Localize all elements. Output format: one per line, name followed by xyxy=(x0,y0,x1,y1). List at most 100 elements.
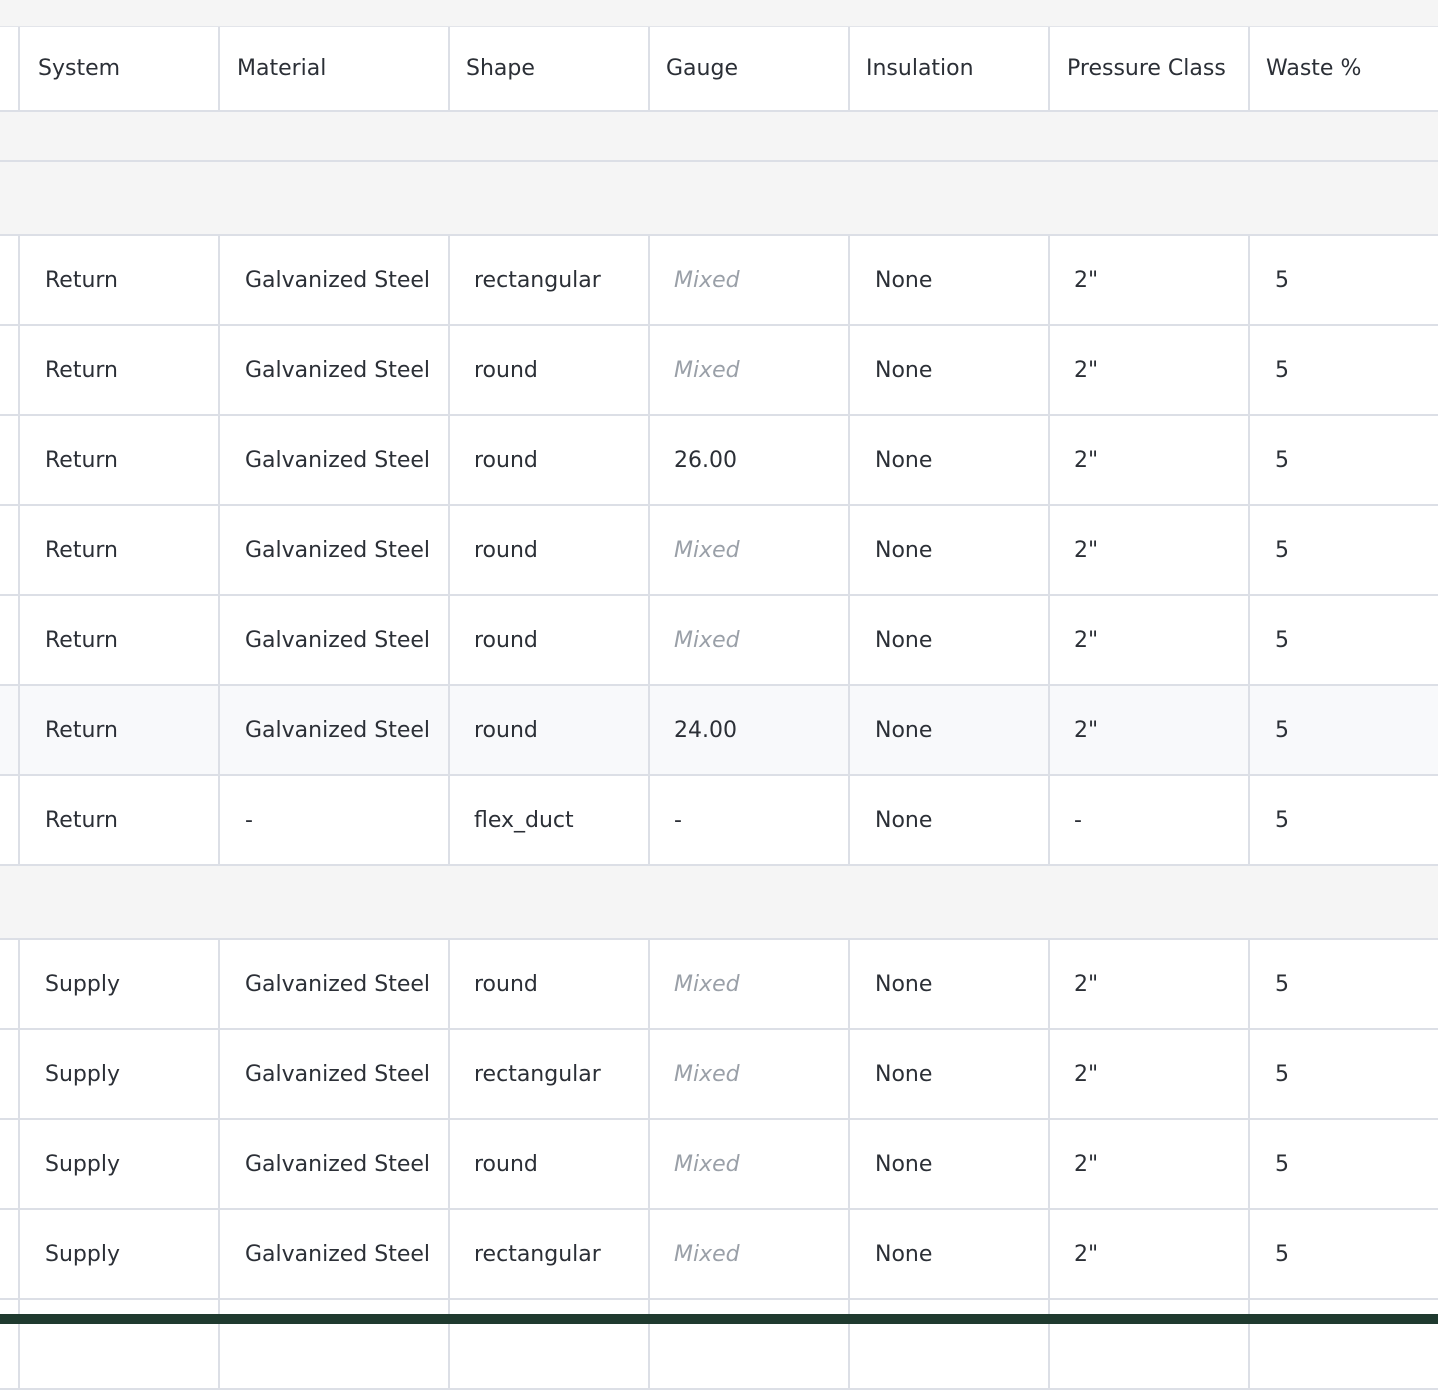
cell-pressure-class[interactable]: 2" xyxy=(1048,940,1249,1028)
cell-waste[interactable]: 5 xyxy=(1248,236,1438,324)
cell-insulation[interactable]: None xyxy=(848,1030,1049,1118)
top-toolbar-strip xyxy=(0,0,1438,27)
column-header-material[interactable]: Material xyxy=(218,27,449,110)
table-row[interactable]: Return - flex_duct - None - 5 xyxy=(0,776,1438,866)
cell-insulation[interactable]: None xyxy=(848,686,1049,774)
cell-system[interactable]: Return xyxy=(18,506,220,594)
column-header-gauge[interactable]: Gauge xyxy=(648,27,849,110)
cell-material[interactable]: Galvanized Steel xyxy=(218,506,449,594)
cell-pressure-class[interactable]: 2" xyxy=(1048,236,1249,324)
cell-material[interactable]: Galvanized Steel xyxy=(218,1030,449,1118)
cell-pressure-class[interactable]: 2" xyxy=(1048,596,1249,684)
cell-insulation[interactable]: None xyxy=(848,416,1049,504)
cell-material[interactable]: Galvanized Steel xyxy=(218,236,449,324)
cell-insulation[interactable]: None xyxy=(848,1210,1049,1298)
cell-material[interactable]: Galvanized Steel xyxy=(218,686,449,774)
cell-insulation[interactable]: None xyxy=(848,326,1049,414)
table-row[interactable]: Return Galvanized Steel round 24.00 None… xyxy=(0,686,1438,776)
cell-waste[interactable]: 5 xyxy=(1248,416,1438,504)
cell-waste[interactable]: 5 xyxy=(1248,506,1438,594)
cell-material[interactable]: - xyxy=(218,776,449,864)
cell-material[interactable]: Galvanized Steel xyxy=(218,1120,449,1208)
cell-system[interactable]: Return xyxy=(18,416,220,504)
cell-gauge[interactable]: Mixed xyxy=(648,596,849,684)
cell-gauge[interactable]: Mixed xyxy=(648,1120,849,1208)
table-header-row: System Material Shape Gauge Insulation P… xyxy=(0,27,1438,112)
cell-insulation[interactable]: None xyxy=(848,596,1049,684)
cell-system[interactable]: Supply xyxy=(18,940,220,1028)
table-row[interactable]: Supply Galvanized Steel round Mixed None… xyxy=(0,940,1438,1030)
cell-waste[interactable]: 5 xyxy=(1248,1120,1438,1208)
cell-system[interactable]: Return xyxy=(18,596,220,684)
cell-system[interactable]: Supply xyxy=(18,1030,220,1118)
table-row[interactable]: Supply Galvanized Steel round Mixed None… xyxy=(0,1120,1438,1210)
group-header-row-return[interactable] xyxy=(0,162,1438,236)
cell-pressure-class[interactable]: 2" xyxy=(1048,1120,1249,1208)
cell-pressure-class[interactable]: - xyxy=(1048,776,1249,864)
cell-pressure-class[interactable]: 2" xyxy=(1048,326,1249,414)
cell-shape[interactable]: rectangular xyxy=(448,236,649,324)
cell-material[interactable]: Galvanized Steel xyxy=(218,596,449,684)
cell-shape[interactable]: rectangular xyxy=(448,1030,649,1118)
cell-shape[interactable]: round xyxy=(448,326,649,414)
cell-shape[interactable]: round xyxy=(448,686,649,774)
cell-shape[interactable]: round xyxy=(448,1120,649,1208)
table-row[interactable]: Return Galvanized Steel round Mixed None… xyxy=(0,596,1438,686)
cell-insulation[interactable]: None xyxy=(848,940,1049,1028)
cell-waste[interactable]: 5 xyxy=(1248,1030,1438,1118)
table-row[interactable]: Return Galvanized Steel rectangular Mixe… xyxy=(0,236,1438,326)
cell-gauge[interactable]: 24.00 xyxy=(648,686,849,774)
column-header-system[interactable]: System xyxy=(18,27,220,110)
cell-system[interactable]: Return xyxy=(18,236,220,324)
cell-shape[interactable]: flex_duct xyxy=(448,776,649,864)
cell-system[interactable]: Supply xyxy=(18,1210,220,1298)
cell-system[interactable]: Return xyxy=(18,776,220,864)
cell-system[interactable]: Supply xyxy=(18,1120,220,1208)
cell-material[interactable]: Galvanized Steel xyxy=(218,940,449,1028)
cell-gauge[interactable]: - xyxy=(648,776,849,864)
cell-waste[interactable]: 5 xyxy=(1248,326,1438,414)
cell-material[interactable]: Galvanized Steel xyxy=(218,1210,449,1298)
column-header-shape[interactable]: Shape xyxy=(448,27,649,110)
cell-gauge[interactable]: Mixed xyxy=(648,940,849,1028)
cell-gauge[interactable]: Mixed xyxy=(648,1210,849,1298)
cell-pressure-class[interactable]: 2" xyxy=(1048,1210,1249,1298)
cell-gauge[interactable]: Mixed xyxy=(648,506,849,594)
cell-shape[interactable]: round xyxy=(448,596,649,684)
cell-pressure-class[interactable]: 2" xyxy=(1048,1030,1249,1118)
table-row[interactable]: Return Galvanized Steel round Mixed None… xyxy=(0,506,1438,596)
column-header-pressure-class[interactable]: Pressure Class xyxy=(1048,27,1249,110)
table-row[interactable]: Return Galvanized Steel round 26.00 None… xyxy=(0,416,1438,506)
cell-system[interactable]: Return xyxy=(18,326,220,414)
cell-pressure-class[interactable]: 2" xyxy=(1048,506,1249,594)
cell-waste[interactable]: 5 xyxy=(1248,940,1438,1028)
cell-insulation[interactable]: None xyxy=(848,1120,1049,1208)
cell-shape[interactable]: round xyxy=(448,506,649,594)
group-header-row-supply[interactable] xyxy=(0,866,1438,940)
table-row[interactable]: Return Galvanized Steel round Mixed None… xyxy=(0,326,1438,416)
cell-material[interactable]: Galvanized Steel xyxy=(218,326,449,414)
cell-gauge[interactable]: Mixed xyxy=(648,236,849,324)
column-header-waste[interactable]: Waste % xyxy=(1248,27,1438,110)
cell-pressure-class[interactable]: 2" xyxy=(1048,686,1249,774)
cell-insulation[interactable]: None xyxy=(848,236,1049,324)
duct-table: System Material Shape Gauge Insulation P… xyxy=(0,27,1438,1390)
cell-shape[interactable]: round xyxy=(448,940,649,1028)
cell-gauge[interactable]: Mixed xyxy=(648,1030,849,1118)
cell-insulation[interactable]: None xyxy=(848,506,1049,594)
table-row[interactable]: Supply Galvanized Steel rectangular Mixe… xyxy=(0,1030,1438,1120)
table-row[interactable]: Supply Galvanized Steel rectangular Mixe… xyxy=(0,1210,1438,1300)
cell-insulation[interactable]: None xyxy=(848,776,1049,864)
cell-material[interactable]: Galvanized Steel xyxy=(218,416,449,504)
cell-waste[interactable]: 5 xyxy=(1248,686,1438,774)
cell-waste[interactable]: 5 xyxy=(1248,596,1438,684)
cell-pressure-class[interactable]: 2" xyxy=(1048,416,1249,504)
cell-waste[interactable]: 5 xyxy=(1248,1210,1438,1298)
cell-shape[interactable]: round xyxy=(448,416,649,504)
cell-system[interactable]: Return xyxy=(18,686,220,774)
cell-gauge[interactable]: 26.00 xyxy=(648,416,849,504)
cell-gauge[interactable]: Mixed xyxy=(648,326,849,414)
cell-waste[interactable]: 5 xyxy=(1248,776,1438,864)
column-header-insulation[interactable]: Insulation xyxy=(848,27,1049,110)
cell-shape[interactable]: rectangular xyxy=(448,1210,649,1298)
